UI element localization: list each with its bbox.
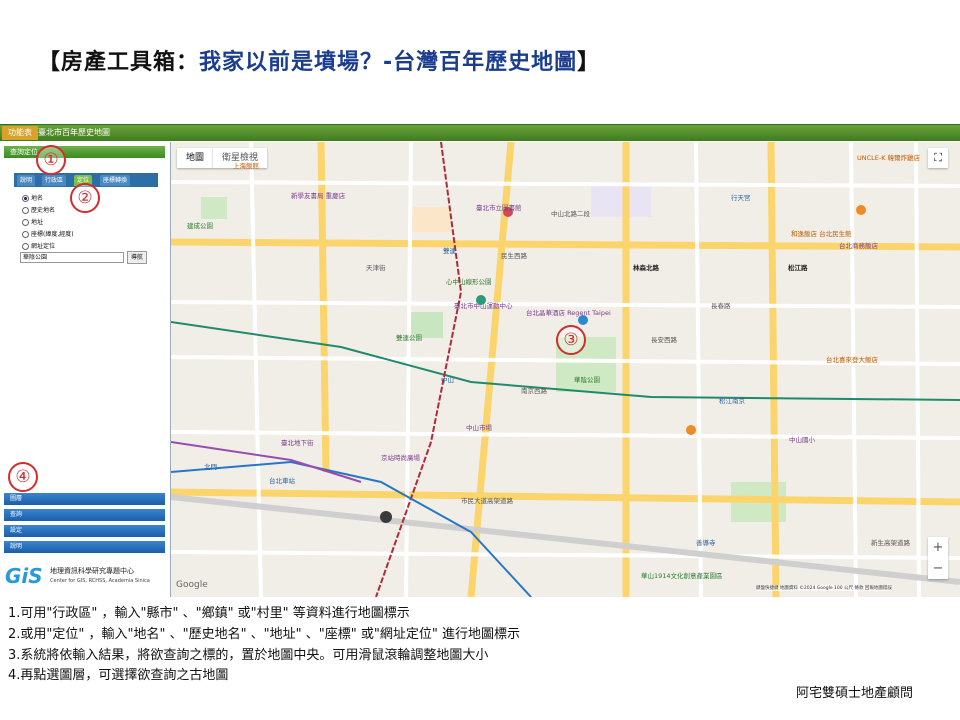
map-label: 林森北路 [633, 264, 659, 272]
app-window: 功能表 臺北市百年歷史地圖 查詢定位 說明 行政區 定位 座標轉換 地名 歷史地… [0, 124, 960, 597]
map-label: 華陰公園 [574, 376, 600, 384]
callout-2: ② [70, 183, 100, 213]
tab-district[interactable]: 行政區 [42, 175, 67, 186]
google-logo: Google [176, 580, 208, 590]
map-label: 新生高架道路 [871, 539, 910, 547]
panel-header[interactable]: 查詢定位 [4, 146, 165, 158]
radio-icon [22, 243, 29, 250]
map-label: 北門 [204, 463, 217, 471]
radio-url[interactable]: 網址定位 [22, 242, 55, 251]
map-label: 臺北市立圖書館 [476, 204, 522, 212]
gis-subtitle: Center for GIS, RCHSS, Academia Sinica [50, 578, 150, 584]
gis-logo: GiS [5, 564, 43, 588]
radio-coordinates[interactable]: 座標(緯度,經度) [22, 230, 74, 239]
zoom-in-button[interactable]: + [928, 537, 948, 558]
map-label: 台北車站 [269, 477, 295, 485]
radio-selected-icon [22, 195, 29, 202]
accordion-layers[interactable]: 圖層 [4, 493, 165, 505]
block-area [591, 182, 651, 217]
map-label: 中山北路二段 [551, 210, 590, 218]
title-bracket-close: 】 [577, 50, 601, 75]
callout-3: ③ [556, 325, 586, 355]
map-label: 上海飯館 [233, 162, 259, 170]
title-prefix: 房產工具箱： [61, 50, 200, 75]
tab-help[interactable]: 說明 [17, 175, 36, 186]
instruction-line: 3.系統將依輸入結果，將欲查詢之標的，置於地圖中央。可用滑鼠滾輪調整地圖大小 [8, 648, 489, 663]
page-title: 【房產工具箱：我家以前是墳場？-台灣百年歷史地圖】 [38, 44, 600, 76]
block-area [411, 207, 451, 232]
poi-marker [380, 511, 392, 523]
map-label: 台北喜來登大飯店 [826, 356, 878, 364]
poi-marker [686, 425, 696, 435]
callout-1: ① [36, 145, 66, 175]
map-view[interactable]: 地圖 衛星檢視 ⛶ + − 上海飯館 新學友書局 重慶店 臺北市立圖書館 中山北… [171, 142, 960, 597]
radio-historic-name[interactable]: 歷史地名 [22, 206, 55, 215]
map-label: 善導寺 [696, 539, 716, 547]
map-label: 中山 [441, 376, 454, 384]
title-bracket-open: 【 [38, 50, 62, 75]
map-label: 雙連 [443, 247, 456, 255]
map-label: 天津街 [366, 264, 386, 272]
zoom-control: + − [928, 537, 948, 579]
accordion-settings[interactable]: 設定 [4, 525, 165, 537]
map-label: 臺北地下街 [281, 439, 314, 447]
instruction-line: 2.或用"定位" ，輸入"地名" 、"歷史地名" 、"地址" 、"座標" 或"網… [8, 627, 520, 642]
map-label: 松江路 [788, 264, 808, 272]
accordion-help[interactable]: 說明 [4, 541, 165, 553]
map-label: 行天宮 [731, 194, 751, 202]
map-label: 松江南京 [719, 397, 745, 405]
map-label: 建成公園 [187, 222, 213, 230]
app-title: 臺北市百年歷史地圖 [38, 128, 110, 137]
instruction-line: 4.再點選圖層，可選擇欲查詢之古地圖 [8, 668, 229, 683]
author-credit: 阿宅雙碩士地產顧問 [796, 686, 914, 701]
map-label: 市民大道高架道路 [461, 497, 513, 505]
gis-center-logo: GiS 地理資訊科學研究專題中心 Center for GIS, RCHSS, … [2, 560, 168, 594]
map-attribution[interactable]: 鍵盤快捷鍵 地圖資料 ©2024 Google 100 公尺 條款 回報地圖錯誤 [756, 585, 892, 591]
map-label: 和逸飯店 台北民生館 [791, 230, 852, 238]
zoom-out-button[interactable]: − [928, 558, 948, 579]
accordion-query[interactable]: 查詢 [4, 509, 165, 521]
map-label: UNCLE-K 韓爾炸雞店 [857, 154, 921, 162]
radio-icon [22, 219, 29, 226]
map-label: 中山國小 [789, 436, 815, 444]
map-label: 南京西路 [521, 387, 547, 395]
map-label: 長安西路 [651, 336, 677, 344]
top-bar: 功能表 臺北市百年歷史地圖 [0, 125, 960, 141]
navigate-button[interactable]: 導航 [127, 251, 147, 264]
map-type-road[interactable]: 地圖 [177, 148, 214, 168]
map-label: 台北晶華酒店 Regent Taipei [526, 309, 611, 317]
location-input[interactable]: 華陰公園 [20, 252, 124, 263]
menu-button[interactable]: 功能表 [2, 126, 38, 140]
map-label: 新學友書局 重慶店 [291, 192, 346, 200]
map-label: 京站時尚廣場 [381, 454, 420, 462]
fullscreen-icon[interactable]: ⛶ [928, 148, 948, 168]
radio-icon [22, 231, 29, 238]
callout-4: ④ [8, 462, 38, 492]
radio-address[interactable]: 地址 [22, 218, 43, 227]
park-area [201, 197, 227, 219]
map-label: 中山市場 [466, 424, 492, 432]
map-label: 台北商務飯店 [839, 242, 878, 250]
map-label: 雙連公園 [396, 334, 422, 342]
map-label: 長春路 [711, 302, 731, 310]
map-label: 華山1914文化創意產業園區 [641, 572, 723, 580]
map-label: 民生西路 [501, 252, 527, 260]
title-main: 我家以前是墳場？-台灣百年歷史地圖 [199, 50, 578, 75]
instruction-line: 1.可用"行政區" ，輸入"縣市" 、"鄉鎮" 或"村里" 等資料進行地圖標示 [8, 606, 410, 621]
radio-place-name[interactable]: 地名 [22, 194, 43, 203]
map-label: 心中山線形公園 [446, 278, 492, 286]
gis-title: 地理資訊科學研究專題中心 [50, 567, 134, 575]
poi-marker [856, 205, 866, 215]
map-label: 臺北市中山運動中心 [454, 302, 513, 310]
radio-icon [22, 207, 29, 214]
tab-coord-convert[interactable]: 座標轉換 [100, 175, 131, 186]
